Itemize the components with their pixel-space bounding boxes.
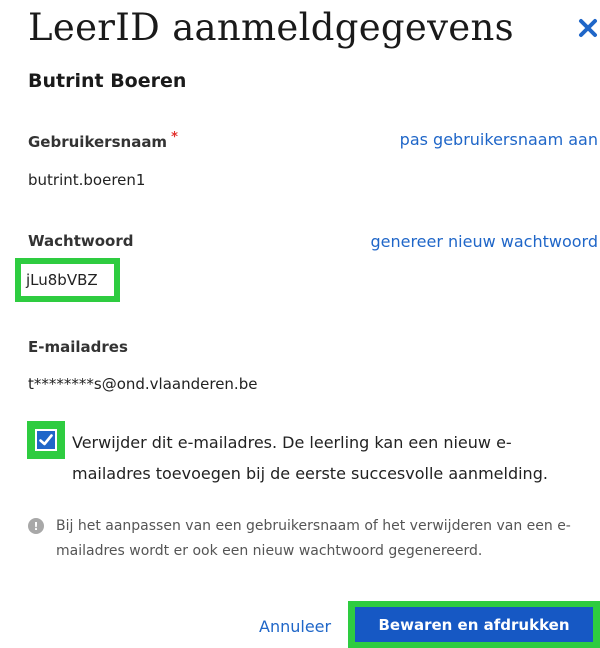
- dialog-title: LeerID aanmeldgegevens: [28, 6, 514, 49]
- remove-email-label: Verwijder dit e-mailadres. De leerling k…: [72, 433, 548, 483]
- password-label: Wachtwoord: [28, 232, 134, 250]
- save-and-print-button[interactable]: Bewaren en afdrukken: [355, 607, 593, 642]
- info-message: Bij het aanpassen van een gebruikersnaam…: [56, 518, 571, 559]
- info-icon: !: [28, 518, 44, 534]
- required-marker: *: [171, 130, 178, 145]
- password-value: jLu8bVBZ: [21, 264, 114, 296]
- password-highlight: jLu8bVBZ: [15, 258, 120, 302]
- remove-email-checkbox[interactable]: [27, 421, 65, 459]
- username-label: Gebruikersnaam *: [28, 130, 178, 151]
- username-value: butrint.boeren1: [28, 171, 146, 189]
- save-button-highlight: Bewaren en afdrukken: [348, 601, 600, 648]
- edit-username-link[interactable]: pas gebruikersnaam aan: [400, 130, 598, 149]
- cancel-button[interactable]: Annuleer: [259, 617, 331, 636]
- email-value: t********s@ond.vlaanderen.be: [28, 375, 258, 393]
- email-label: E-mailadres: [28, 338, 128, 356]
- close-icon[interactable]: [576, 16, 600, 40]
- username-label-text: Gebruikersnaam: [28, 133, 168, 151]
- generate-password-link[interactable]: genereer nieuw wachtwoord: [370, 232, 598, 251]
- checkmark-icon: [35, 429, 57, 451]
- student-name: Butrint Boeren: [28, 70, 187, 92]
